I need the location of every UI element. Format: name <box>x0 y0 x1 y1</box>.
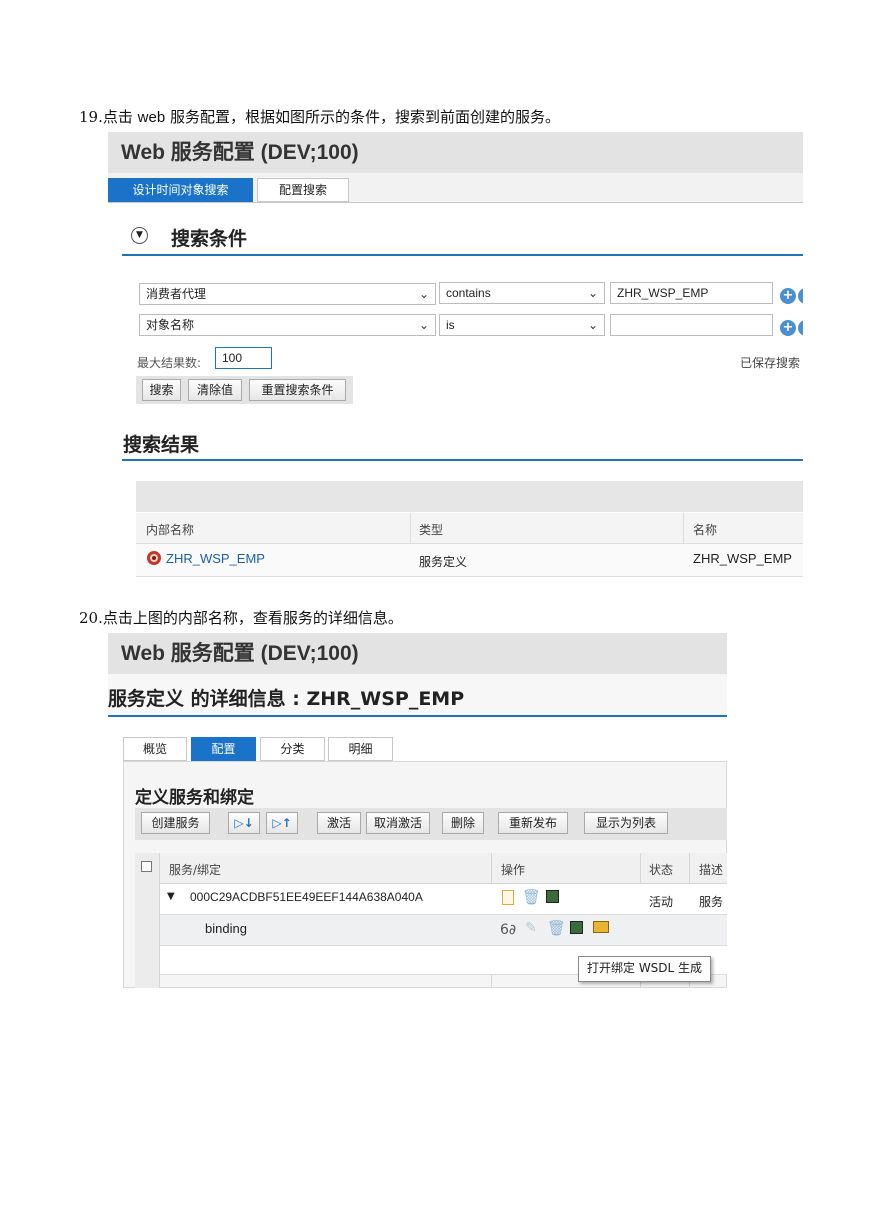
step-text: 点击上图的内部名称，查看服务的详细信息。 <box>102 609 403 627</box>
col-header-name: 名称 <box>693 523 718 537</box>
result-internal-name-link[interactable]: ZHR_WSP_EMP <box>166 551 265 566</box>
app-title: Web 服务配置 (DEV;100) <box>108 132 803 173</box>
service-definition-icon <box>147 551 161 565</box>
trash-icon[interactable]: 🗑 <box>547 919 566 937</box>
col-header-description: 描述 <box>699 863 724 877</box>
step-number: 20. <box>79 609 103 627</box>
select-value: 消费者代理 <box>146 287 207 301</box>
section-underline <box>122 254 803 256</box>
screenshot-search: Web 服务配置 (DEV;100) 设计时间对象搜索 配置搜索 ▼ 搜索条件 … <box>108 132 803 578</box>
max-results-label: 最大结果数: <box>137 356 202 370</box>
criteria-value-input[interactable] <box>610 314 773 336</box>
results-toolbar <box>136 481 803 512</box>
result-type: 服务定义 <box>419 555 468 569</box>
col-header-service-binding: 服务/绑定 <box>169 863 222 877</box>
trash-icon[interactable]: 🗑 <box>522 888 541 906</box>
step-number: 19. <box>79 108 103 126</box>
row-selector-column <box>135 853 160 988</box>
delete-button[interactable]: 删除 <box>442 812 484 834</box>
app-title: Web 服务配置 (DEV;100) <box>108 633 727 674</box>
criteria-value-input[interactable]: ZHR_WSP_EMP <box>610 282 773 304</box>
clear-values-button[interactable]: 清除值 <box>188 379 242 401</box>
table-header-row <box>135 853 727 884</box>
service-name[interactable]: 000C29ACDBF51EE49EEF144A638A040A <box>190 890 423 904</box>
step-text-web: web <box>137 109 166 126</box>
move-up-icon[interactable]: ▷↑ <box>266 812 298 834</box>
move-down-icon[interactable]: ▷↓ <box>228 812 260 834</box>
open-binding-wsdl-icon[interactable] <box>593 921 609 933</box>
select-value: is <box>446 318 455 332</box>
pencil-icon[interactable]: ✎ <box>525 920 537 936</box>
col-header-internal-name: 内部名称 <box>146 523 195 537</box>
criteria-operator-select[interactable]: contains ⌄ <box>439 282 605 304</box>
criteria-field-select[interactable]: 消费者代理 ⌄ <box>139 283 436 305</box>
remove-row-icon[interactable] <box>798 288 803 304</box>
description-value: 服务 <box>699 895 724 909</box>
glasses-icon[interactable]: 6∂ <box>500 922 516 938</box>
create-service-button[interactable]: 创建服务 <box>141 812 210 834</box>
chevron-down-icon: ⌄ <box>418 287 429 301</box>
deactivate-button[interactable]: 取消激活 <box>366 812 430 834</box>
binding-name[interactable]: binding <box>205 921 247 936</box>
search-criteria-title: 搜索条件 <box>171 228 248 250</box>
remove-row-icon[interactable] <box>798 320 803 336</box>
expand-triangle-icon[interactable]: ▼ <box>167 891 175 902</box>
search-button[interactable]: 搜索 <box>142 379 181 401</box>
select-all-icon[interactable] <box>141 861 152 872</box>
screenshot-detail: Web 服务配置 (DEV;100) 服务定义 的详细信息 : ZHR_WSP_… <box>108 633 727 988</box>
tab-configuration[interactable]: 配置 <box>191 737 256 761</box>
add-row-icon[interactable]: + <box>780 288 796 304</box>
section-underline <box>122 459 803 461</box>
search-results-title: 搜索结果 <box>123 434 200 456</box>
col-header-status: 状态 <box>649 863 674 877</box>
activate-button[interactable]: 激活 <box>317 812 361 834</box>
criteria-field-select[interactable]: 对象名称 ⌄ <box>139 314 436 336</box>
step-19-caption: 19.点击 web 服务配置，根据如图所示的条件，搜索到前面创建的服务。 <box>79 106 560 127</box>
step-20-caption: 20.点击上图的内部名称，查看服务的详细信息。 <box>79 607 403 628</box>
reset-criteria-button[interactable]: 重置搜索条件 <box>249 379 346 401</box>
max-results-input[interactable]: 100 <box>215 347 272 369</box>
tab-config-search[interactable]: 配置搜索 <box>257 178 349 202</box>
tooltip: 打开绑定 WSDL 生成 <box>578 956 712 982</box>
select-value: 对象名称 <box>146 318 195 332</box>
tab-overview[interactable]: 概览 <box>123 737 187 761</box>
tab-classification[interactable]: 分类 <box>260 737 325 761</box>
wsdl-icon[interactable] <box>570 921 583 934</box>
tab-details[interactable]: 明细 <box>328 737 393 761</box>
chevron-down-icon: ⌄ <box>587 318 598 332</box>
select-value: contains <box>446 286 491 300</box>
col-header-operation: 操作 <box>501 863 526 877</box>
wsdl-icon[interactable] <box>546 890 559 903</box>
divider <box>108 202 803 203</box>
add-row-icon[interactable]: + <box>780 320 796 336</box>
status-value: 活动 <box>649 895 674 909</box>
result-name: ZHR_WSP_EMP <box>693 551 792 566</box>
chevron-down-icon: ⌄ <box>587 286 598 300</box>
saved-search-label: 已保存搜索 <box>740 356 801 370</box>
tab-design-time-search[interactable]: 设计时间对象搜索 <box>108 178 253 202</box>
step-text: 服务配置，根据如图所示的条件，搜索到前面创建的服务。 <box>165 108 560 126</box>
detail-title-text: 服务定义 的详细信息 : ZHR_WSP_EMP <box>108 688 465 710</box>
collapse-toggle-icon[interactable]: ▼ <box>131 227 148 244</box>
republish-button[interactable]: 重新发布 <box>498 812 568 834</box>
detail-title: 服务定义 的详细信息 : ZHR_WSP_EMP <box>108 684 464 711</box>
col-header-type: 类型 <box>419 523 444 537</box>
section-underline <box>108 715 727 717</box>
show-as-list-button[interactable]: 显示为列表 <box>584 812 668 834</box>
chevron-down-icon: ⌄ <box>418 318 429 332</box>
criteria-operator-select[interactable]: is ⌄ <box>439 314 605 336</box>
define-services-title: 定义服务和绑定 <box>135 788 254 808</box>
step-text: 点击 <box>102 108 138 126</box>
document-icon[interactable] <box>502 890 514 905</box>
